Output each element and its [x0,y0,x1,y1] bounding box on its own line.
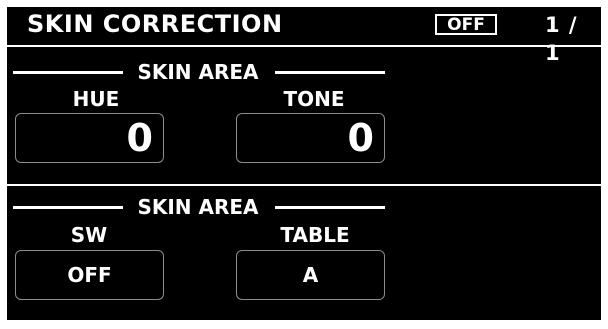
section-heading-skin-area-1: SKIN AREA [13,60,385,84]
heading-rule-left [13,71,123,74]
skin-correction-menu-screen: SKIN CORRECTION OFF 1 / 1 SKIN AREA HUE … [7,7,601,320]
section-heading-skin-area-2: SKIN AREA [13,195,385,219]
section-heading-label: SKIN AREA [137,60,259,84]
section-divider [7,184,601,186]
hue-value-box[interactable]: 0 [15,113,164,163]
table-value-box[interactable]: A [236,250,385,300]
section-heading-label: SKIN AREA [137,195,259,219]
heading-rule-right [275,71,385,74]
page-indicator: 1 / 1 [545,13,578,65]
hue-value: 0 [126,116,153,160]
menu-header: SKIN CORRECTION OFF 1 / 1 [7,7,601,65]
sw-value-box[interactable]: OFF [15,250,164,300]
table-value: A [302,263,319,287]
tone-value: 0 [347,116,374,160]
status-indicator: OFF [435,14,497,35]
heading-rule-right [275,206,385,209]
heading-rule-left [13,206,123,209]
header-divider [7,45,601,47]
menu-title: SKIN CORRECTION [27,10,283,38]
tone-label: TONE [283,87,345,111]
hue-label: HUE [72,87,120,111]
table-label: TABLE [280,223,350,247]
sw-label: SW [70,223,108,247]
tone-value-box[interactable]: 0 [236,113,385,163]
sw-value: OFF [67,263,112,287]
